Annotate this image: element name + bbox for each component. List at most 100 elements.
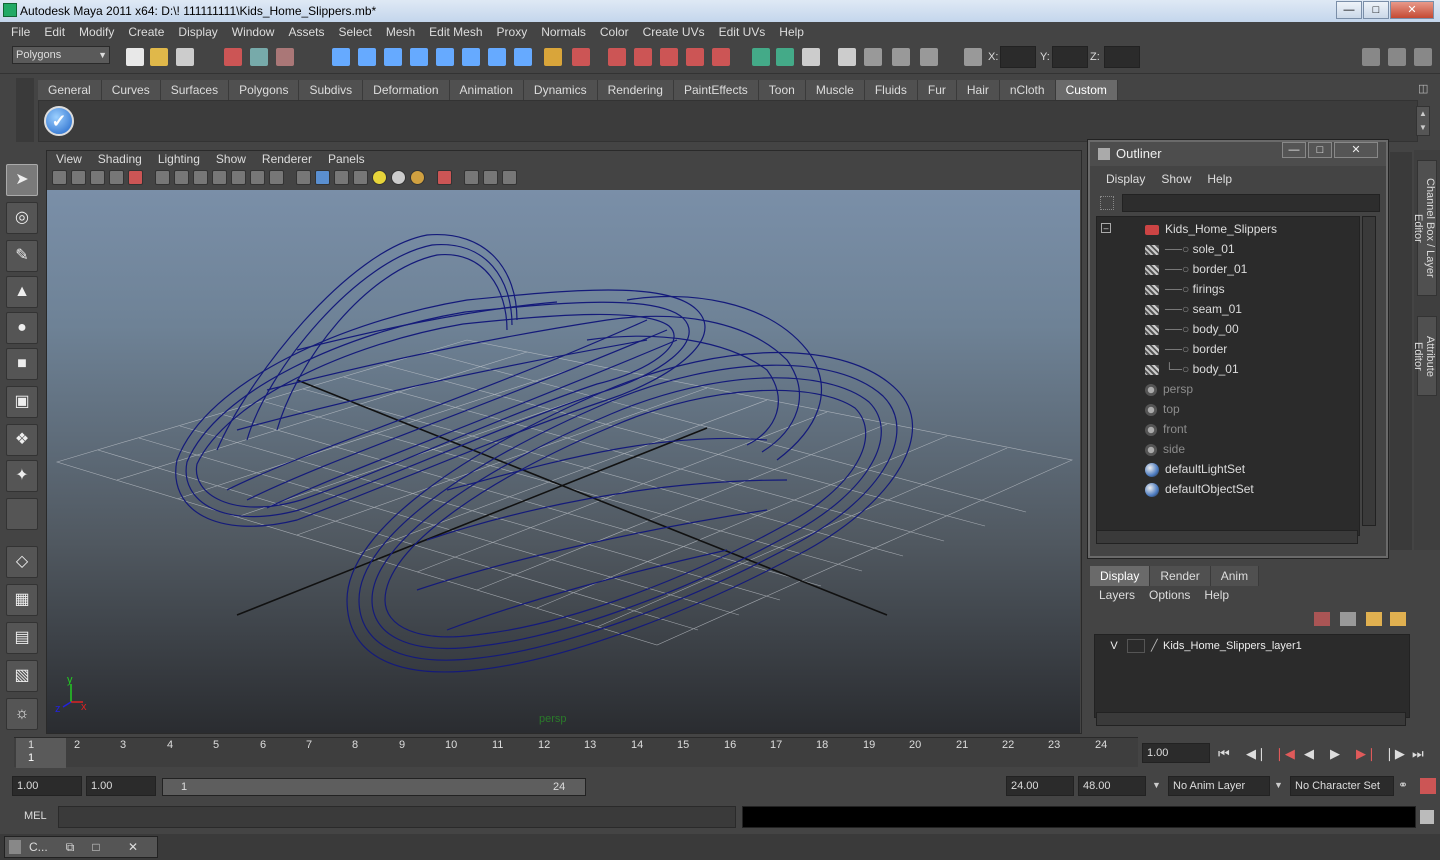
menu-modify[interactable]: Modify bbox=[72, 25, 121, 39]
shadows-icon[interactable] bbox=[410, 170, 425, 185]
rotate-tool-icon[interactable]: ● bbox=[6, 312, 38, 344]
outliner-menu-show[interactable]: Show bbox=[1153, 172, 1199, 186]
outliner-close-button[interactable]: ✕ bbox=[1334, 142, 1378, 158]
default-light-icon[interactable] bbox=[372, 170, 387, 185]
pick-mask-icon[interactable] bbox=[920, 48, 938, 66]
tab-channel-box[interactable]: Channel Box / Layer Editor bbox=[1412, 160, 1437, 296]
tab-hair[interactable]: Hair bbox=[956, 80, 1000, 100]
safe-title-icon[interactable] bbox=[269, 170, 284, 185]
universal-manipulator-icon[interactable]: ▣ bbox=[6, 386, 38, 418]
menu-help[interactable]: Help bbox=[772, 25, 811, 39]
all-lights-icon[interactable] bbox=[391, 170, 406, 185]
play-forwards-icon[interactable]: ▶ bbox=[1330, 746, 1340, 762]
tab-fluids[interactable]: Fluids bbox=[864, 80, 918, 100]
show-manipulator-icon[interactable]: ✦ bbox=[6, 460, 38, 492]
select-tool-icon[interactable]: ➤ bbox=[6, 164, 38, 196]
step-forward-frame-icon[interactable]: ❘▶ bbox=[1384, 746, 1405, 762]
trash-icon[interactable]: ◫ bbox=[1418, 82, 1434, 96]
layer-menu-options[interactable]: Options bbox=[1142, 588, 1197, 602]
list-item[interactable]: ──○ firings bbox=[1145, 279, 1225, 299]
input-line-icon[interactable] bbox=[752, 48, 770, 66]
snap-grid-icon[interactable] bbox=[332, 48, 350, 66]
auto-key-icon[interactable] bbox=[1420, 778, 1436, 794]
menu-window[interactable]: Window bbox=[225, 25, 282, 39]
restore-icon[interactable]: ⧉ bbox=[59, 837, 81, 857]
list-item[interactable]: ──○ border_01 bbox=[1145, 259, 1247, 279]
layer-menu-layers[interactable]: Layers bbox=[1092, 588, 1142, 602]
xray-icon[interactable] bbox=[464, 170, 479, 185]
open-scene-icon[interactable] bbox=[150, 48, 168, 66]
list-item[interactable]: ──○ body_00 bbox=[1145, 319, 1239, 339]
show-tool-settings-icon[interactable] bbox=[1388, 48, 1406, 66]
tab-subdivs[interactable]: Subdivs bbox=[299, 80, 364, 100]
construction-history-icon[interactable] bbox=[488, 48, 506, 66]
menu-assets[interactable]: Assets bbox=[281, 25, 331, 39]
command-input[interactable] bbox=[58, 806, 736, 828]
tab-rendering[interactable]: Rendering bbox=[597, 80, 674, 100]
menu-normals[interactable]: Normals bbox=[534, 25, 593, 39]
range-slider[interactable]: 1 24 bbox=[162, 778, 586, 796]
hypershade-layout-icon[interactable]: ☼ bbox=[6, 698, 38, 730]
tab-deformation[interactable]: Deformation bbox=[363, 80, 450, 100]
tab-attribute-editor[interactable]: Attribute Editor bbox=[1412, 316, 1437, 396]
outliner-menu-help[interactable]: Help bbox=[1199, 172, 1240, 186]
lock-icon[interactable] bbox=[544, 48, 562, 66]
wireframe-on-shaded-icon[interactable] bbox=[334, 170, 349, 185]
backface-culling-icon[interactable] bbox=[502, 170, 517, 185]
tab-dynamics[interactable]: Dynamics bbox=[523, 80, 598, 100]
list-item[interactable]: defaultLightSet bbox=[1145, 459, 1245, 479]
new-layer-icon[interactable] bbox=[1366, 612, 1382, 626]
step-back-key-icon[interactable]: ❘◀ bbox=[1274, 746, 1295, 762]
command-language-label[interactable]: MEL bbox=[24, 810, 47, 822]
checkmark-icon[interactable]: ✓ bbox=[44, 106, 74, 136]
tab-general[interactable]: General bbox=[38, 80, 102, 100]
outliner-vertical-scrollbar[interactable] bbox=[1362, 216, 1376, 526]
outliner-maximize-button[interactable]: □ bbox=[1308, 142, 1332, 158]
tab-polygons[interactable]: Polygons bbox=[229, 80, 300, 100]
menu-edit[interactable]: Edit bbox=[37, 25, 72, 39]
move-layer-down-icon[interactable] bbox=[1340, 612, 1356, 626]
wireframe-icon[interactable] bbox=[296, 170, 311, 185]
hierarchy-mode-icon[interactable] bbox=[892, 48, 910, 66]
layer-menu-help[interactable]: Help bbox=[1197, 588, 1236, 602]
menu-display[interactable]: Display bbox=[171, 25, 224, 39]
script-editor-icon[interactable] bbox=[1420, 810, 1434, 824]
select-component-icon[interactable] bbox=[276, 48, 294, 66]
playback-start-field[interactable]: 1.00 bbox=[86, 776, 156, 796]
snap-plane-icon[interactable] bbox=[410, 48, 428, 66]
render-region-icon[interactable] bbox=[686, 48, 704, 66]
render-frame-icon[interactable] bbox=[608, 48, 626, 66]
list-item[interactable]: ──○ seam_01 bbox=[1145, 299, 1242, 319]
shelf-scroll-arrows[interactable]: ▲ ▼ bbox=[1416, 106, 1430, 136]
resolution-gate-icon[interactable] bbox=[193, 170, 208, 185]
highlight-selection-icon[interactable] bbox=[572, 48, 590, 66]
tab-ncloth[interactable]: nCloth bbox=[999, 80, 1056, 100]
y-field[interactable] bbox=[1052, 46, 1088, 68]
list-item[interactable]: side bbox=[1145, 439, 1185, 459]
collapse-icon[interactable]: – bbox=[1101, 223, 1111, 233]
object-mode-icon[interactable] bbox=[864, 48, 882, 66]
outliner-layout-icon[interactable]: ▤ bbox=[6, 622, 38, 654]
go-to-end-icon[interactable]: ⏭ bbox=[1412, 746, 1424, 762]
snap-point-icon[interactable] bbox=[384, 48, 402, 66]
menu-file[interactable]: File bbox=[4, 25, 37, 39]
2d-pan-zoom-icon[interactable] bbox=[128, 170, 143, 185]
four-view-layout-icon[interactable]: ▦ bbox=[6, 584, 38, 616]
maximize-button[interactable]: □ bbox=[1363, 1, 1389, 19]
list-item[interactable]: └─○ body_01 bbox=[1145, 359, 1239, 379]
graph-editor-layout-icon[interactable]: ▧ bbox=[6, 660, 38, 692]
viewport-menu-shading[interactable]: Shading bbox=[90, 152, 150, 168]
close-button[interactable]: ✕ bbox=[1390, 1, 1434, 19]
rename-icon[interactable] bbox=[776, 48, 794, 66]
menu-create[interactable]: Create bbox=[121, 25, 171, 39]
image-plane-icon[interactable] bbox=[109, 170, 124, 185]
list-item[interactable]: Kids_Home_Slippers bbox=[1145, 219, 1277, 239]
new-scene-icon[interactable] bbox=[126, 48, 144, 66]
tab-curves[interactable]: Curves bbox=[101, 80, 161, 100]
menu-edit-uvs[interactable]: Edit UVs bbox=[712, 25, 773, 39]
layer-row[interactable]: V ╱ Kids_Home_Slippers_layer1 bbox=[1097, 637, 1407, 655]
show-attribute-editor-icon[interactable] bbox=[1362, 48, 1380, 66]
layer-horizontal-scrollbar[interactable] bbox=[1096, 712, 1406, 726]
tab-toon[interactable]: Toon bbox=[758, 80, 806, 100]
film-gate-icon[interactable] bbox=[174, 170, 189, 185]
